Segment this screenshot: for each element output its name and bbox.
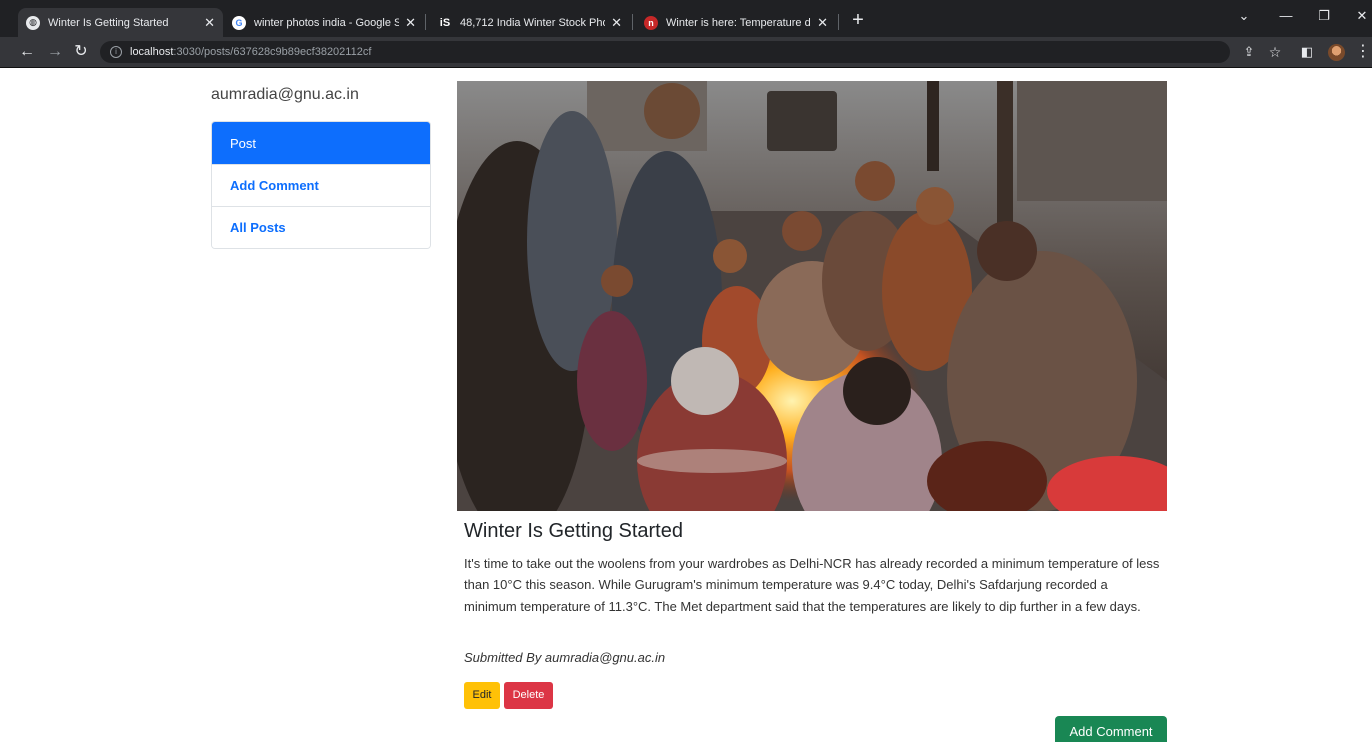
post-author: Submitted By aumradia@gnu.ac.in	[464, 650, 666, 665]
tab-title: Winter Is Getting Started	[48, 16, 169, 29]
delete-button[interactable]: Delete	[504, 682, 553, 709]
sidebar-item-post[interactable]: Post	[212, 122, 430, 164]
browser-tab[interactable]: iS 48,712 India Winter Stock Photos ✕	[430, 8, 630, 37]
sidebar-item-add-comment[interactable]: Add Comment	[212, 164, 430, 206]
tab-title: Winter is here: Temperature drop	[666, 16, 812, 29]
add-comment-button[interactable]: Add Comment	[1055, 716, 1167, 742]
post-image	[457, 81, 1167, 511]
browser-tab[interactable]: n Winter is here: Temperature drop ✕	[636, 8, 836, 37]
forward-icon[interactable]: →	[44, 41, 66, 63]
close-tab-icon[interactable]: ✕	[611, 15, 622, 31]
url-host: localhost	[130, 46, 174, 58]
browser-tab[interactable]: G winter photos india - Google Sea ✕	[224, 8, 424, 37]
istock-icon: iS	[439, 16, 451, 29]
bookmark-star-icon[interactable]: ☆	[1264, 41, 1286, 63]
back-icon[interactable]: ←	[16, 41, 38, 63]
url-path: :3030/posts/637628c9b89ecf38202112cf	[173, 46, 372, 58]
tab-search-icon[interactable]: ⌄	[1234, 8, 1254, 24]
news-icon: n	[644, 15, 658, 30]
close-tab-icon[interactable]: ✕	[817, 15, 828, 31]
sidebar-item-label: All Posts	[230, 220, 286, 235]
tab-title: winter photos india - Google Sea	[254, 16, 400, 29]
close-tab-icon[interactable]: ✕	[204, 15, 215, 31]
post-body: It's time to take out the woolens from y…	[464, 556, 1160, 614]
side-panel-icon[interactable]: ◧	[1296, 41, 1318, 63]
profile-avatar[interactable]	[1328, 44, 1345, 61]
post-title: Winter Is Getting Started	[464, 520, 683, 542]
close-tab-icon[interactable]: ✕	[405, 15, 416, 31]
tab-separator	[425, 14, 426, 30]
browser-tab[interactable]: ◍ Winter Is Getting Started ✕	[18, 8, 223, 37]
post-photo	[457, 81, 1167, 511]
reload-icon[interactable]: ↻	[70, 41, 92, 63]
edit-button[interactable]: Edit	[464, 682, 500, 709]
site-info-icon[interactable]: i	[110, 46, 122, 58]
tab-separator	[632, 14, 633, 30]
restore-icon[interactable]: ❐	[1314, 8, 1334, 24]
sidebar-item-all-posts[interactable]: All Posts	[212, 206, 430, 248]
google-icon: G	[232, 15, 246, 30]
user-email: aumradia@gnu.ac.in	[211, 86, 359, 103]
globe-icon: ◍	[26, 15, 40, 30]
address-bar[interactable]: i localhost:3030/posts/637628c9b89ecf382…	[100, 41, 1230, 63]
share-icon[interactable]: ⇪	[1238, 41, 1260, 63]
browser-toolbar: ← → ↻ i localhost:3030/posts/637628c9b89…	[0, 37, 1372, 68]
new-tab-icon[interactable]: +	[848, 8, 868, 32]
sidebar-item-label: Add Comment	[230, 178, 319, 193]
close-window-icon[interactable]: ✕	[1352, 8, 1372, 24]
sidebar-nav: Post Add Comment All Posts	[211, 121, 431, 249]
browser-tab-bar: ◍ Winter Is Getting Started ✕ G winter p…	[0, 0, 1372, 37]
tab-separator	[838, 14, 839, 30]
menu-icon[interactable]: ⋮	[1352, 41, 1372, 63]
sidebar-item-label: Post	[230, 135, 257, 151]
tab-title: 48,712 India Winter Stock Photos	[460, 16, 605, 29]
minimize-icon[interactable]: —	[1276, 8, 1296, 23]
